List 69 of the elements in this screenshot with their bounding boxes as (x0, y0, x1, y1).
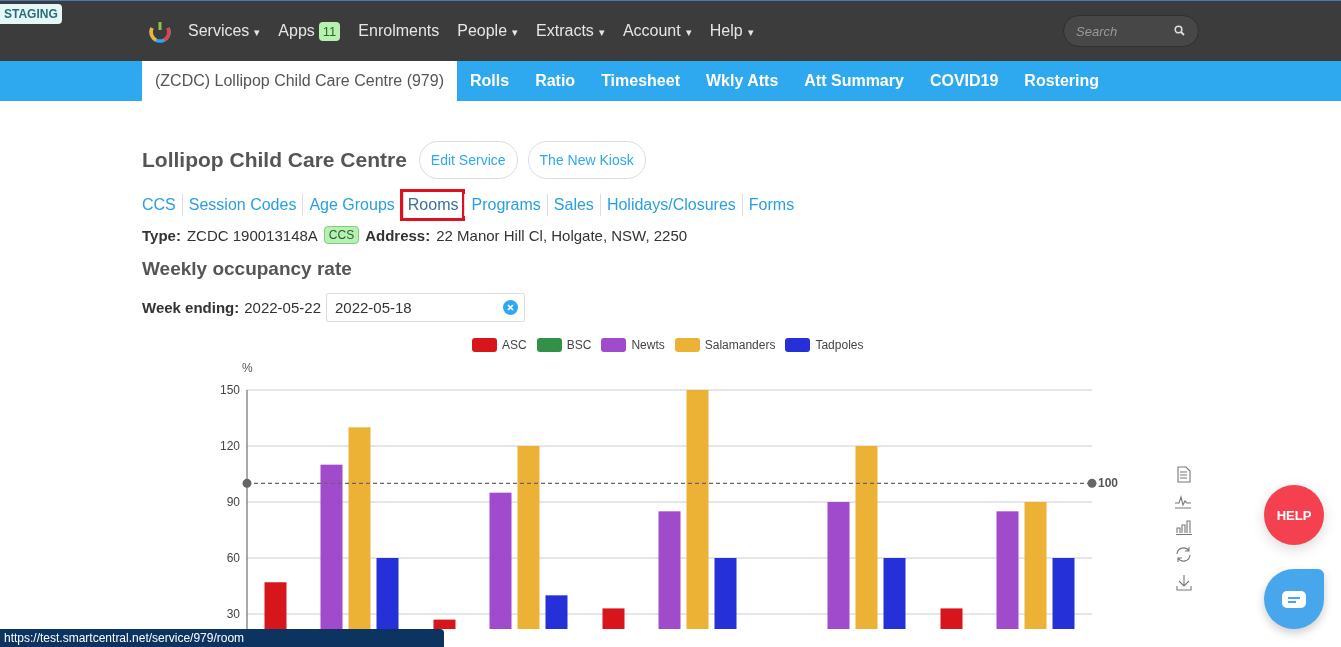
section-link[interactable]: Forms (741, 194, 801, 216)
document-icon[interactable] (1176, 466, 1191, 483)
axis-tick-label: 90 (226, 495, 240, 509)
axis-tick-label: 60 (226, 551, 240, 565)
legend-label[interactable]: Newts (631, 338, 665, 352)
axis-label: % (242, 361, 253, 375)
nav-tab[interactable]: Timesheet (588, 61, 693, 101)
nav-tab[interactable]: Rostering (1011, 61, 1112, 101)
environment-badge: STAGING (0, 4, 62, 24)
count-badge: 11 (318, 21, 341, 41)
nav-tab[interactable]: (ZCDC) Lollipop Child Care Centre (979) (142, 61, 457, 101)
legend-swatch[interactable] (536, 338, 562, 352)
nav-menu-item[interactable]: Enrolments (358, 22, 440, 40)
search-field[interactable]: Search (1063, 15, 1199, 47)
line-chart-icon[interactable] (1175, 494, 1192, 509)
field-label: Week ending: (142, 299, 240, 316)
legend-swatch[interactable] (674, 338, 700, 352)
refresh-icon[interactable] (1175, 546, 1192, 563)
axis-tick-label: 120 (219, 439, 240, 453)
nav-menu-item[interactable]: Account ▾ (622, 22, 692, 40)
help-button[interactable]: HELP (1264, 485, 1324, 545)
nav-tab[interactable]: Att Summary (791, 61, 917, 101)
legend-label[interactable]: Salamanders (704, 338, 776, 352)
field-value: 22 Manor Hill Cl, Holgate, NSW, 2250 (436, 226, 688, 244)
section-title: Weekly occupancy rate (142, 258, 353, 280)
date-field[interactable]: 2022-05-18 (326, 293, 525, 322)
section-link[interactable]: Rooms (402, 192, 463, 218)
axis-tick-label: 30 (226, 607, 240, 621)
pill-button[interactable]: The New Kiosk (527, 141, 646, 179)
legend-swatch[interactable] (785, 338, 811, 352)
section-link[interactable]: Session Codes (181, 194, 303, 216)
section-link[interactable]: Sales (546, 194, 600, 216)
page-title: Lollipop Child Care Centre (142, 148, 407, 172)
tag: CCS (323, 226, 360, 244)
nav-tab[interactable]: COVID19 (916, 61, 1012, 101)
line-end-dot (1087, 478, 1097, 488)
field-value: 2022-05-22 (244, 299, 321, 316)
nav-tab[interactable]: Rolls (457, 61, 523, 101)
nav-tab[interactable]: Wkly Atts (693, 61, 792, 101)
line-end-dot (242, 478, 252, 488)
nav-menu-item[interactable]: People ▾ (457, 22, 519, 40)
logo-icon[interactable] (148, 20, 172, 46)
pill-button[interactable]: Edit Service (418, 141, 518, 179)
section-link[interactable]: CCS (142, 194, 182, 216)
field-label: Type: (142, 226, 181, 244)
bar-chart-icon[interactable] (1175, 520, 1192, 535)
nav-menu-item[interactable]: Services ▾ (188, 22, 261, 40)
section-link[interactable]: Programs (464, 194, 547, 216)
axis-tick-label: 150 (219, 383, 240, 397)
nav-menu-item[interactable]: Apps (278, 22, 315, 40)
status-bar: https://test.smartcentral.net/service/979/room (0, 629, 444, 647)
nav-menu-item[interactable]: Extracts ▾ (536, 22, 605, 40)
legend-label[interactable]: Tadpoles (815, 338, 864, 352)
field-value: ZCDC 190013148A (186, 226, 318, 244)
legend-label[interactable]: BSC (566, 338, 592, 352)
chat-button[interactable] (1264, 569, 1324, 629)
search-icon[interactable] (1174, 25, 1185, 36)
chat-icon (1282, 590, 1306, 608)
legend-swatch[interactable] (472, 338, 497, 352)
nav-menu-item[interactable]: Help ▾ (709, 22, 754, 40)
download-icon[interactable] (1175, 574, 1192, 591)
legend-label[interactable]: ASC (502, 338, 527, 352)
field-label: Address: (365, 226, 431, 244)
section-link[interactable]: Holidays/Closures (599, 194, 742, 216)
nav-tab[interactable]: Ratio (522, 61, 589, 101)
clear-icon[interactable] (503, 300, 518, 315)
section-link[interactable]: Age Groups (302, 194, 401, 216)
legend-swatch[interactable] (601, 338, 627, 352)
reference-label: 100 (1098, 476, 1119, 491)
